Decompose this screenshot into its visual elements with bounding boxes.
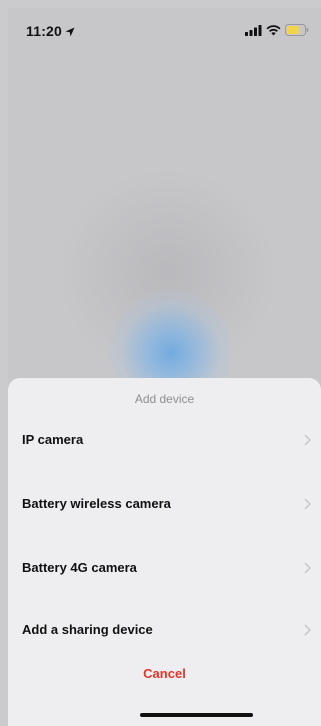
location-arrow-icon bbox=[65, 27, 75, 37]
battery-icon bbox=[285, 24, 309, 36]
chevron-right-icon bbox=[304, 434, 311, 446]
phone-screen: 11:20 Add device IP camera Battery wirel… bbox=[8, 8, 321, 726]
sheet-title: Add device bbox=[134, 392, 195, 406]
cellular-signal-icon bbox=[245, 24, 262, 36]
option-label: Battery wireless camera bbox=[22, 496, 171, 511]
add-device-sheet: Add device IP camera Battery wireless ca… bbox=[8, 378, 321, 726]
option-label: IP camera bbox=[22, 432, 84, 447]
chevron-right-icon bbox=[304, 562, 311, 574]
chevron-right-icon bbox=[304, 498, 311, 510]
status-bar: 11:20 bbox=[8, 8, 321, 52]
home-indicator[interactable] bbox=[140, 713, 253, 717]
clock-text: 11:20 bbox=[26, 23, 63, 39]
status-time: 11:20 bbox=[26, 23, 75, 39]
option-label: Battery 4G camera bbox=[22, 560, 137, 575]
chevron-right-icon bbox=[304, 624, 311, 636]
cancel-button[interactable]: Cancel bbox=[8, 666, 321, 681]
wifi-icon bbox=[266, 24, 281, 35]
battery-wireless-camera-option[interactable]: Battery wireless camera bbox=[8, 484, 321, 524]
status-icons bbox=[245, 22, 309, 38]
battery-4g-camera-option[interactable]: Battery 4G camera bbox=[8, 548, 321, 588]
option-label: Add a sharing device bbox=[22, 622, 153, 637]
add-sharing-device-option[interactable]: Add a sharing device bbox=[8, 610, 321, 650]
ip-camera-option[interactable]: IP camera bbox=[8, 420, 321, 460]
